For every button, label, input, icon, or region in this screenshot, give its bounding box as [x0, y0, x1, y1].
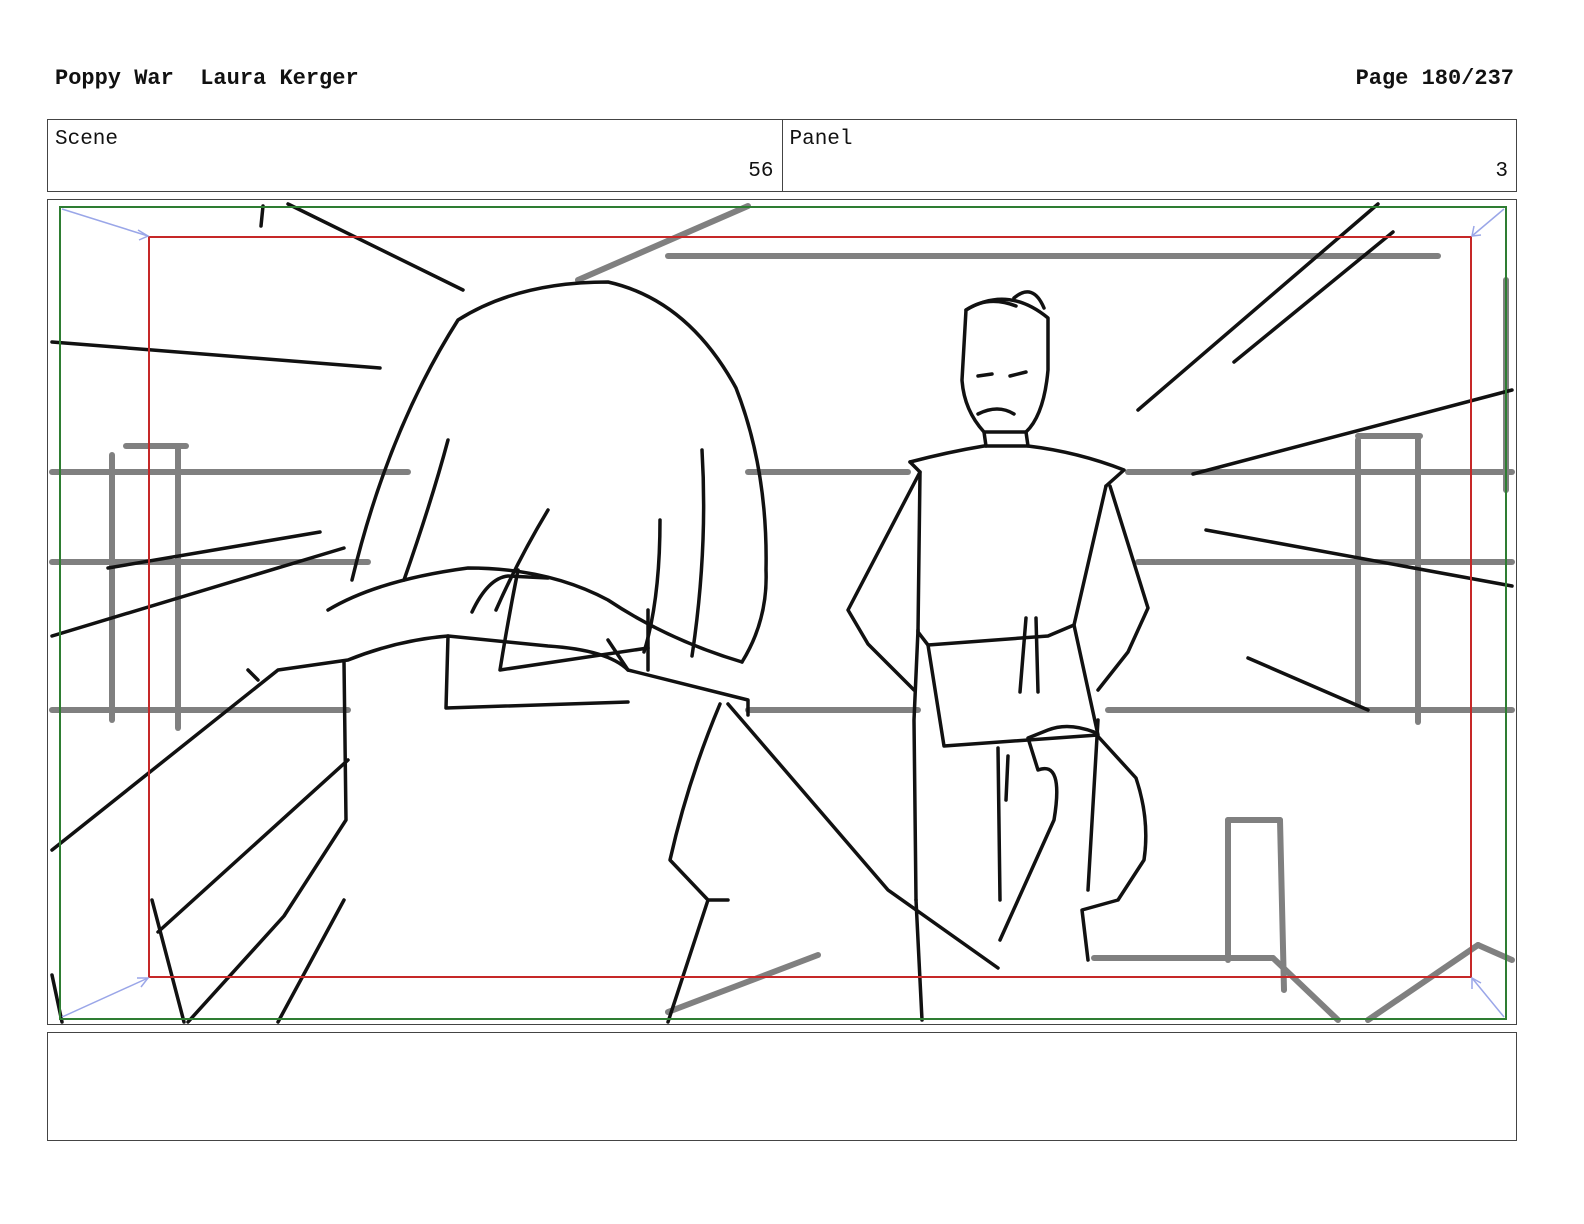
background-sketch — [49, 203, 1515, 1023]
speed-lines — [50, 202, 1514, 712]
standing-figure-sketch — [846, 290, 1150, 1022]
frame-guides — [59, 206, 1507, 1020]
safe-area-frame — [59, 206, 1507, 1020]
scene-label: Scene — [55, 128, 119, 151]
scene-cell: Scene 56 — [48, 120, 782, 191]
scene-panel-info-row: Scene 56 Panel 3 — [47, 119, 1517, 192]
page-number: Page 180/237 — [1355, 66, 1514, 91]
storyboard-panel — [47, 199, 1517, 1025]
project-title: Poppy War — [55, 66, 174, 91]
scene-number: 56 — [748, 160, 774, 183]
corner-guide-arrows — [61, 208, 1505, 1018]
panel-cell: Panel 3 — [781, 120, 1517, 191]
page-header-title: Poppy War Laura Kerger — [55, 66, 359, 91]
foreground-figure-sketch — [50, 280, 1148, 1024]
panel-notes-box — [47, 1032, 1517, 1141]
storyboard-sketch — [49, 202, 1515, 1024]
panel-label: Panel — [789, 128, 853, 151]
action-area-frame — [148, 236, 1472, 978]
artist-name: Laura Kerger — [200, 66, 359, 91]
panel-number: 3 — [1495, 160, 1508, 183]
